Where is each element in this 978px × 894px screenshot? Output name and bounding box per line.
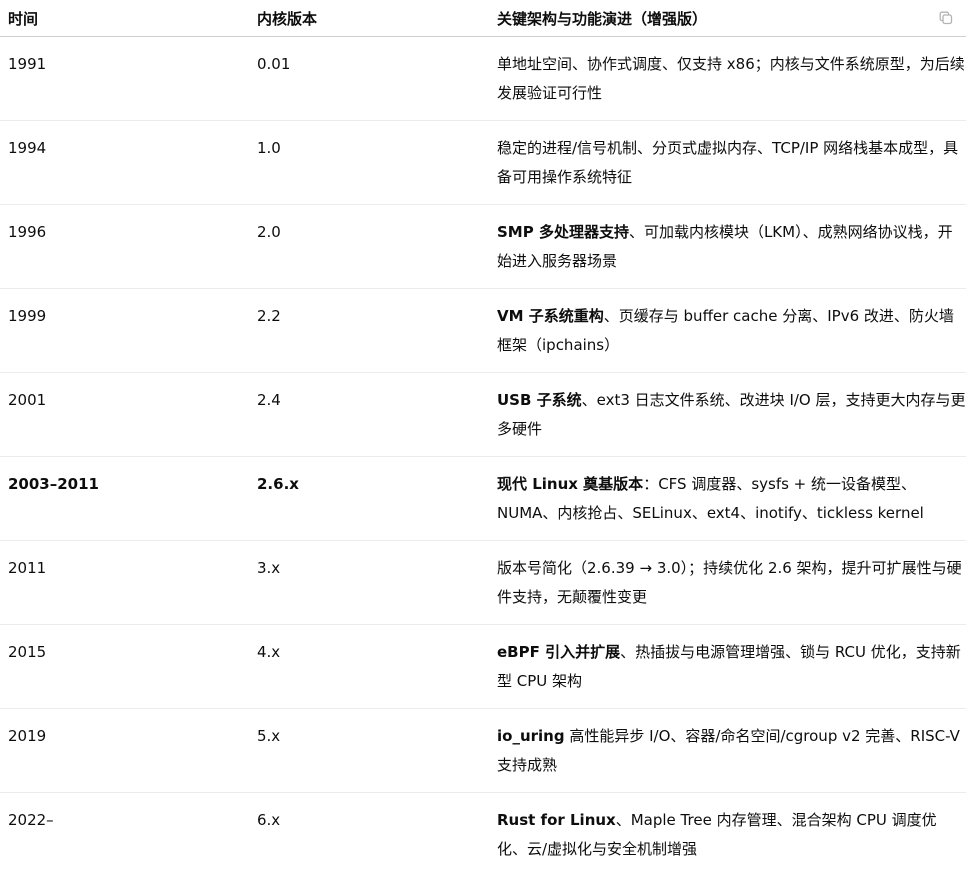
table-row: 2022– 6.x Rust for Linux、Maple Tree 内存管理… (0, 793, 966, 877)
feature-highlight: USB 子系统 (497, 391, 582, 409)
cell-features: Rust for Linux、Maple Tree 内存管理、混合架构 CPU … (497, 793, 966, 877)
feature-highlight: 现代 Linux 奠基版本 (497, 475, 644, 493)
header-time: 时间 (0, 0, 249, 37)
table-body: 1991 0.01 单地址空间、协作式调度、仅支持 x86；内核与文件系统原型，… (0, 36, 966, 877)
feature-highlight: VM 子系统重构 (497, 307, 604, 325)
cell-features: eBPF 引入并扩展、热插拔与电源管理增强、锁与 RCU 优化，支持新型 CPU… (497, 624, 966, 709)
header-features: 关键架构与功能演进（增强版） (497, 0, 966, 37)
header-version: 内核版本 (249, 0, 497, 37)
cell-features: 现代 Linux 奠基版本：CFS 调度器、sysfs + 统一设备模型、NUM… (497, 456, 966, 541)
cell-time: 1999 (0, 288, 249, 373)
kernel-history-table-container: 时间 内核版本 关键架构与功能演进（增强版） 1991 0.01 单地址空间、协… (0, 0, 978, 876)
cell-time: 2022– (8, 811, 54, 829)
feature-highlight: eBPF 引入并扩展 (497, 643, 621, 661)
cell-time: 2001 (0, 372, 249, 457)
table-row: 1999 2.2 VM 子系统重构、页缓存与 buffer cache 分离、I… (0, 288, 966, 373)
table-row: 1996 2.0 SMP 多处理器支持、可加载内核模块（LKM）、成熟网络协议栈… (0, 204, 966, 289)
cell-version: 2.4 (249, 372, 497, 457)
cell-version: 6.x (257, 811, 281, 829)
cell-version: 5.x (249, 708, 497, 793)
cell-features: VM 子系统重构、页缓存与 buffer cache 分离、IPv6 改进、防火… (497, 288, 966, 373)
cell-time: 2019 (0, 708, 249, 793)
feature-highlight: Rust for Linux (497, 811, 616, 829)
cell-features: 单地址空间、协作式调度、仅支持 x86；内核与文件系统原型，为后续发展验证可行性 (497, 36, 966, 121)
cell-time: 1996 (0, 204, 249, 289)
cell-time: 2015 (0, 624, 249, 709)
table-row: 2001 2.4 USB 子系统、ext3 日志文件系统、改进块 I/O 层，支… (0, 372, 966, 457)
cell-time: 1994 (0, 120, 249, 205)
cell-features: 版本号简化（2.6.39 → 3.0）；持续优化 2.6 架构，提升可扩展性与硬… (497, 540, 966, 625)
feature-highlight: io_uring (497, 727, 565, 745)
table-row: 2015 4.x eBPF 引入并扩展、热插拔与电源管理增强、锁与 RCU 优化… (0, 624, 966, 709)
table-row: 2011 3.x 版本号简化（2.6.39 → 3.0）；持续优化 2.6 架构… (0, 540, 966, 625)
cell-features: SMP 多处理器支持、可加载内核模块（LKM）、成熟网络协议栈，开始进入服务器场… (497, 204, 966, 289)
cell-version: 2.6.x (249, 456, 497, 541)
feature-text: 版本号简化（2.6.39 → 3.0）；持续优化 2.6 架构，提升可扩展性与硬… (497, 559, 962, 606)
table-header-row: 时间 内核版本 关键架构与功能演进（增强版） (0, 0, 966, 37)
copy-icon[interactable] (938, 10, 954, 26)
kernel-history-table: 时间 内核版本 关键架构与功能演进（增强版） 1991 0.01 单地址空间、协… (0, 0, 966, 876)
feature-highlight: SMP 多处理器支持 (497, 223, 629, 241)
table-row: 1994 1.0 稳定的进程/信号机制、分页式虚拟内存、TCP/IP 网络栈基本… (0, 120, 966, 205)
cell-version: 0.01 (249, 36, 497, 121)
cell-version: 2.0 (249, 204, 497, 289)
feature-text: 单地址空间、协作式调度、仅支持 x86；内核与文件系统原型，为后续发展验证可行性 (497, 55, 965, 102)
cell-version: 2.2 (249, 288, 497, 373)
table-row: 2019 5.x io_uring 高性能异步 I/O、容器/命名空间/cgro… (0, 708, 966, 793)
cell-version: 1.0 (249, 120, 497, 205)
cell-features: 稳定的进程/信号机制、分页式虚拟内存、TCP/IP 网络栈基本成型，具备可用操作… (497, 120, 966, 205)
cell-features: io_uring 高性能异步 I/O、容器/命名空间/cgroup v2 完善、… (497, 708, 966, 793)
cell-time: 2003–2011 (0, 456, 249, 541)
feature-text: 高性能异步 I/O、容器/命名空间/cgroup v2 完善、RISC-V 支持… (497, 727, 960, 774)
table-row: 2003–2011 2.6.x 现代 Linux 奠基版本：CFS 调度器、sy… (0, 456, 966, 541)
cell-features: USB 子系统、ext3 日志文件系统、改进块 I/O 层，支持更大内存与更多硬… (497, 372, 966, 457)
table-row: 1991 0.01 单地址空间、协作式调度、仅支持 x86；内核与文件系统原型，… (0, 36, 966, 121)
cell-version: 4.x (249, 624, 497, 709)
feature-text: 稳定的进程/信号机制、分页式虚拟内存、TCP/IP 网络栈基本成型，具备可用操作… (497, 139, 959, 186)
cell-version: 3.x (249, 540, 497, 625)
cell-time: 1991 (0, 36, 249, 121)
copy-table-button[interactable] (932, 4, 960, 32)
cell-time: 2011 (0, 540, 249, 625)
